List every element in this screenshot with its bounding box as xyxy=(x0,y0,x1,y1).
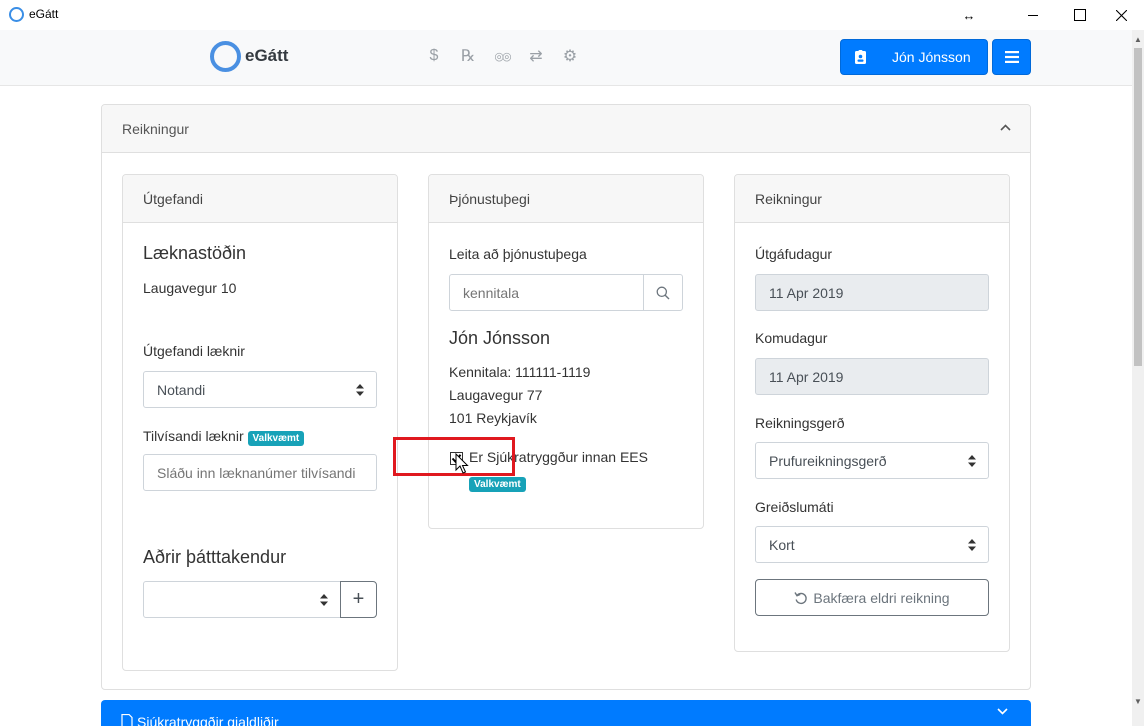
plus-icon: + xyxy=(352,588,365,610)
optional-badge: Valkvæmt xyxy=(469,477,526,492)
arrival-date-label: Komudagur xyxy=(755,330,828,346)
recipient-card: Þjónustuþegi Leita að þjónustuþega Jón J… xyxy=(428,174,704,529)
issue-date-value: 11 Apr 2019 xyxy=(769,284,844,301)
select-arrows-icon xyxy=(968,539,976,551)
hamburger-icon xyxy=(1004,51,1019,63)
recipient-name: Jón Jónsson xyxy=(449,328,551,348)
search-button[interactable] xyxy=(643,274,683,311)
resize-arrows-icon: ↔ xyxy=(962,7,976,23)
recipient-card-header: Þjónustuþegi xyxy=(429,175,703,223)
transfer-icon[interactable]: ⇄ xyxy=(524,45,548,67)
mouse-cursor-icon xyxy=(455,453,469,474)
insurance-optional-badge-wrap: Valkvæmt xyxy=(469,474,526,492)
undo-icon xyxy=(794,591,808,604)
close-icon xyxy=(1115,9,1127,21)
invoice-type-select[interactable]: Prufureikningsgerð xyxy=(755,442,989,479)
participants-heading: Aðrir þátttakendur xyxy=(143,547,287,567)
issuer-card: Útgefandi Læknastöðin Laugavegur 10 Útge… xyxy=(122,174,398,671)
issuing-doctor-value: Notandi xyxy=(157,381,206,398)
reverse-invoice-label: Bakfæra eldri reikning xyxy=(813,589,950,606)
minimize-button[interactable] xyxy=(1010,0,1056,30)
window-title: eGátt xyxy=(29,7,59,21)
chevron-down-icon[interactable] xyxy=(997,708,1008,715)
glasses-icon[interactable]: ◎◎ xyxy=(490,45,514,67)
invoice-type-label: Reikningsgerð xyxy=(755,415,845,431)
issuer-card-title: Útgefandi xyxy=(143,191,203,207)
menu-button[interactable] xyxy=(992,39,1031,75)
search-icon xyxy=(656,286,670,299)
participants-select[interactable] xyxy=(143,581,341,618)
invoice-details-card: Reikningur Útgáfudagur 11 Apr 2019 Komud… xyxy=(734,174,1010,652)
optional-badge: Valkvæmt xyxy=(247,431,305,446)
vertical-scrollbar[interactable]: ▲ ▼ xyxy=(1132,30,1144,726)
recipient-kennitala: Kennitala: 111111-1119 xyxy=(449,364,591,380)
select-arrows-icon xyxy=(356,384,364,396)
dollar-icon[interactable]: $ xyxy=(422,45,446,67)
add-participant-button[interactable]: + xyxy=(340,581,377,618)
referring-doctor-input[interactable] xyxy=(143,454,377,491)
scroll-down-arrow-icon[interactable]: ▼ xyxy=(1132,694,1144,708)
insured-fees-card-header[interactable]: Sjúkratryggðir gjaldliðir xyxy=(101,700,1031,726)
recipient-address-line1: Laugavegur 77 xyxy=(449,387,543,403)
user-name: Jón Jónsson xyxy=(892,49,971,65)
insurance-checkbox-label[interactable]: Er Sjúkratryggður innan EES xyxy=(469,449,648,465)
clinic-address: Laugavegur 10 xyxy=(143,280,237,296)
reverse-invoice-button[interactable]: Bakfæra eldri reikning xyxy=(755,579,989,616)
payment-method-value: Kort xyxy=(769,536,795,553)
brand-name[interactable]: eGátt xyxy=(245,46,288,66)
issuing-doctor-select[interactable]: Notandi xyxy=(143,371,377,408)
issue-date-label: Útgáfudagur xyxy=(755,246,833,262)
recipient-address-line2: 101 Reykjavík xyxy=(449,410,537,426)
referring-doctor-label: Tilvísandi læknir xyxy=(143,428,244,444)
user-button[interactable]: Jón Jónsson xyxy=(840,39,988,75)
payment-method-label: Greiðslumáti xyxy=(755,499,834,515)
recipient-card-title: Þjónustuþegi xyxy=(449,191,530,207)
invoice-details-card-title: Reikningur xyxy=(755,191,822,207)
insured-fees-card-title: Sjúkratryggðir gjaldliðir xyxy=(137,714,279,726)
document-icon xyxy=(121,714,133,726)
invoice-card-title: Reikningur xyxy=(122,121,189,137)
prescription-icon[interactable]: ℞ xyxy=(456,45,480,67)
app-logo-icon xyxy=(9,7,24,22)
brand-logo-icon[interactable] xyxy=(210,41,241,72)
issue-date-field: 11 Apr 2019 xyxy=(755,274,989,311)
search-label: Leita að þjónustuþega xyxy=(449,246,587,262)
issuing-doctor-label: Útgefandi læknir xyxy=(143,343,245,359)
clinic-name: Læknastöðin xyxy=(143,243,247,263)
invoice-card: Reikningur Útgefandi Læknastöðin Laugave… xyxy=(101,104,1031,690)
arrival-date-value: 11 Apr 2019 xyxy=(769,368,844,385)
issuer-card-header: Útgefandi xyxy=(123,175,397,223)
invoice-details-card-header: Reikningur xyxy=(735,175,1009,223)
invoice-type-value: Prufureikningsgerð xyxy=(769,452,887,469)
window-titlebar: eGátt ↔ xyxy=(0,0,1144,30)
top-navbar: eGátt $ ℞ ◎◎ ⇄ ⚙ Jón Jónsson xyxy=(0,30,1132,86)
close-button[interactable] xyxy=(1098,0,1144,30)
chevron-up-icon[interactable] xyxy=(997,119,1013,135)
select-arrows-icon xyxy=(320,594,328,606)
referring-doctor-label-row: Tilvísandi læknir Valkvæmt xyxy=(143,428,305,446)
id-badge-icon xyxy=(855,50,866,64)
select-arrows-icon xyxy=(968,455,976,467)
settings-icon[interactable]: ⚙ xyxy=(558,45,582,67)
scroll-thumb[interactable] xyxy=(1134,48,1142,366)
kennitala-search-input[interactable] xyxy=(449,274,645,311)
payment-method-select[interactable]: Kort xyxy=(755,526,989,563)
arrival-date-field: 11 Apr 2019 xyxy=(755,358,989,395)
scroll-up-arrow-icon[interactable]: ▲ xyxy=(1132,32,1144,46)
invoice-card-header[interactable]: Reikningur xyxy=(102,105,1030,153)
maximize-button[interactable] xyxy=(1057,0,1103,30)
